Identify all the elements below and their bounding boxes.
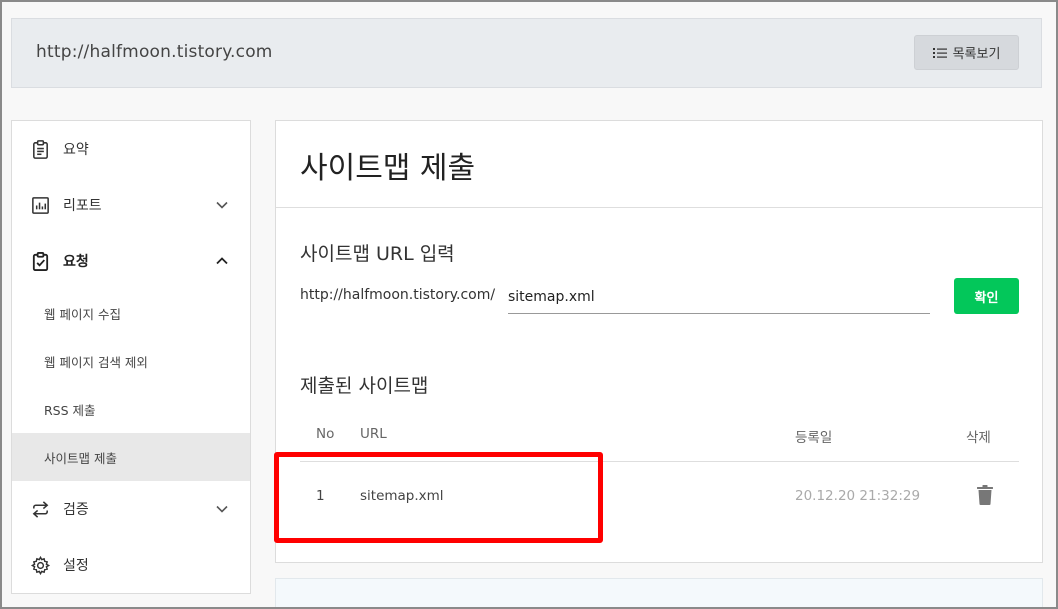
gear-icon [29, 554, 51, 576]
col-header-no: No [316, 426, 335, 442]
site-header: http://halfmoon.tistory.com 목록보기 [11, 18, 1042, 88]
sub-item-search-exclude[interactable]: 웹 페이지 검색 제외 [12, 337, 250, 385]
sidebar-item-label: 설정 [63, 558, 89, 574]
row-url: sitemap.xml [360, 488, 444, 504]
chevron-down-icon[interactable] [214, 197, 230, 213]
sidebar: 요약 리포트 요청 웹 페이지 수집 웹 페이지 검색 제외 RSS 제출 사이… [11, 120, 251, 594]
chevron-down-icon[interactable] [214, 501, 230, 517]
submitted-sitemap-title: 제출된 사이트맵 [300, 375, 429, 397]
row-no: 1 [316, 488, 325, 504]
list-view-button[interactable]: 목록보기 [914, 35, 1019, 70]
url-prefix: http://halfmoon.tistory.com/ [300, 287, 496, 303]
sub-item-rss-submit[interactable]: RSS 제출 [12, 385, 250, 433]
sidebar-item-label: 요청 [63, 254, 89, 270]
sub-item-sitemap-submit[interactable]: 사이트맵 제출 [12, 433, 250, 481]
title-divider [276, 207, 1042, 208]
col-header-delete: 삭제 [966, 430, 991, 446]
clipboard-check-icon [29, 250, 51, 272]
sidebar-item-report[interactable]: 리포트 [12, 177, 250, 233]
site-url: http://halfmoon.tistory.com [36, 42, 273, 62]
sidebar-item-label: 요약 [63, 142, 89, 158]
main-panel: 사이트맵 제출 사이트맵 URL 입력 http://halfmoon.tist… [275, 120, 1043, 563]
sidebar-item-label: 검증 [63, 502, 89, 518]
trash-icon[interactable] [976, 485, 994, 505]
arrows-exchange-icon [29, 498, 51, 520]
sidebar-item-label: 리포트 [63, 198, 102, 214]
sidebar-item-summary[interactable]: 요약 [12, 121, 250, 177]
chevron-up-icon[interactable] [214, 253, 230, 269]
sidebar-item-verify[interactable]: 검증 [12, 481, 250, 537]
clipboard-icon [29, 138, 51, 160]
page-title: 사이트맵 제출 [300, 151, 476, 186]
bottom-panel [275, 578, 1043, 609]
list-view-label: 목록보기 [952, 47, 1001, 62]
sub-item-page-collect[interactable]: 웹 페이지 수집 [12, 289, 250, 337]
chart-icon [29, 194, 51, 216]
url-input-section-title: 사이트맵 URL 입력 [300, 243, 455, 265]
table-header-divider [300, 461, 1019, 462]
sidebar-item-settings[interactable]: 설정 [12, 537, 250, 593]
list-icon [932, 47, 947, 58]
sidebar-item-request[interactable]: 요청 [12, 233, 250, 289]
col-header-url: URL [360, 426, 387, 442]
confirm-button[interactable]: 확인 [954, 278, 1019, 314]
col-header-date: 등록일 [795, 430, 833, 446]
row-date: 20.12.20 21:32:29 [795, 488, 921, 504]
sitemap-url-input[interactable] [508, 281, 930, 314]
